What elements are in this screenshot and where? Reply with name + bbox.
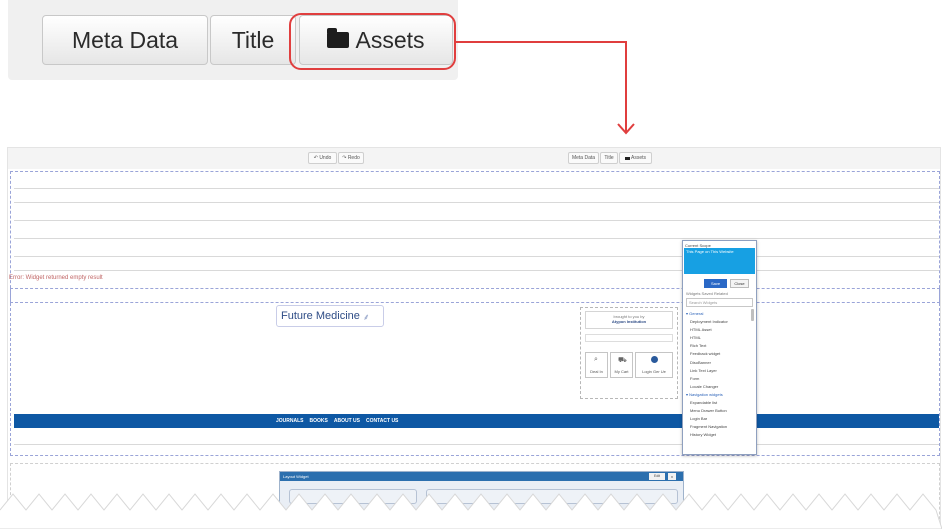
row-divider — [14, 188, 939, 189]
widget-item[interactable]: HTML — [686, 334, 748, 342]
institution-line2: Atypon Institution — [611, 319, 647, 324]
editor-toolbar: ↶ Undo ↷ Redo Meta Data Title Assets — [8, 148, 940, 169]
widget-item[interactable]: Menu Drawer Button — [686, 407, 748, 415]
picker-save-label: Save — [710, 281, 721, 286]
scope-label: Current Scope — [685, 243, 711, 248]
widget-category[interactable]: ▾ Navigation widgets — [686, 391, 748, 399]
header-region — [10, 171, 940, 303]
widget-item[interactable]: Fragment Navigation — [686, 423, 748, 431]
deal-in-label: Deal In — [590, 369, 603, 374]
layout-widget-header: Layout Widget — [280, 472, 683, 481]
widget-item[interactable]: HTML Asset — [686, 326, 748, 334]
picker-close-button[interactable]: Close — [730, 279, 749, 288]
nav-about-us[interactable]: ABOUT US — [334, 418, 360, 424]
small-meta-data-button[interactable]: Meta Data — [568, 152, 599, 164]
picker-tabs[interactable]: Widgets Saved Related — [686, 291, 728, 296]
callout-arrow — [456, 41, 635, 135]
small-assets-label: Assets — [630, 155, 646, 161]
small-folder-icon — [624, 156, 630, 160]
undo-button[interactable]: ↶ Undo — [308, 152, 337, 164]
layout-close-button[interactable]: x — [668, 473, 676, 480]
widget-picker-panel: Current Scope This Page on This Website … — [682, 240, 757, 455]
widget-item[interactable]: Feedback widget — [686, 350, 748, 358]
future-medicine-logo[interactable]: Future Medicine ⸙ — [276, 305, 384, 327]
row-divider — [14, 238, 939, 239]
editor-screenshot: ↶ Undo ↷ Redo Meta Data Title Assets Err… — [8, 148, 940, 529]
search-icon: ⌕ — [594, 356, 598, 363]
layout-edit-button[interactable]: Edit — [649, 473, 665, 480]
row-divider — [14, 202, 939, 203]
small-title-label: Title — [604, 155, 614, 161]
widget-category[interactable]: ▾ General — [686, 310, 748, 318]
widget-item[interactable]: Login Bar — [686, 415, 748, 423]
body-region — [10, 288, 940, 456]
deal-in-button[interactable]: ⌕ Deal In — [585, 352, 608, 378]
nav-journals[interactable]: JOURNALS — [276, 418, 304, 424]
widget-item[interactable]: Rich Text — [686, 342, 748, 350]
widget-search-input[interactable]: Search Widgets — [686, 298, 753, 307]
row-divider — [14, 270, 939, 271]
widget-item[interactable]: History Widget — [686, 431, 748, 439]
widget-item[interactable]: Deployment Indicator — [686, 318, 748, 326]
logo-text: Future Medicine — [281, 310, 360, 322]
my-cart-button[interactable]: ⛟ My Cart — [610, 352, 633, 378]
scope-selector[interactable]: This Page on This Website — [684, 248, 755, 274]
small-title-button[interactable]: Title — [600, 152, 618, 164]
cart-icon: ⛟ — [618, 357, 627, 364]
undo-label: Undo — [319, 155, 332, 161]
widget-item[interactable]: DisoBanner — [686, 359, 748, 367]
login-label: Login Ger Ue — [642, 369, 666, 374]
redo-label: Redo — [347, 155, 360, 161]
small-assets-button[interactable]: Assets — [619, 152, 652, 164]
my-cart-label: My Cart — [614, 369, 629, 374]
widget-item[interactable]: Expandable list — [686, 399, 748, 407]
widget-list: ▾ General Deployment Indicator HTML Asset H… — [686, 310, 748, 440]
scope-value: This Page on This Website — [686, 249, 734, 254]
row-divider — [14, 256, 939, 257]
picker-save-button[interactable]: Save — [704, 279, 727, 288]
widget-error-text: Error: Widget returned empty result — [9, 275, 103, 281]
nav-contact-us[interactable]: CONTACT US — [366, 418, 398, 424]
small-meta-data-label: Meta Data — [571, 155, 596, 161]
site-nav-bar: JOURNALS BOOKS ABOUT US CONTACT US — [14, 414, 939, 428]
row-divider — [14, 444, 939, 445]
widget-item[interactable]: Link Text Layer — [686, 367, 748, 375]
institution-banner: brought to you by Atypon Institution — [585, 311, 673, 329]
widget-item[interactable]: Locale Changer — [686, 383, 748, 391]
logo-mark-icon: ⸙ — [362, 311, 370, 322]
torn-edge — [0, 493, 942, 529]
picker-close-label: Close — [734, 281, 745, 286]
institution-bar — [585, 334, 673, 342]
user-icon — [651, 356, 658, 363]
picker-scrollbar[interactable] — [751, 309, 754, 321]
redo-button[interactable]: ↷ Redo — [338, 152, 364, 164]
institution-widget: brought to you by Atypon Institution ⌕ De… — [580, 307, 678, 399]
row-divider — [14, 220, 939, 221]
widget-item[interactable]: Form — [686, 375, 748, 383]
login-button[interactable]: Login Ger Ue — [635, 352, 673, 378]
nav-books[interactable]: BOOKS — [310, 418, 328, 424]
